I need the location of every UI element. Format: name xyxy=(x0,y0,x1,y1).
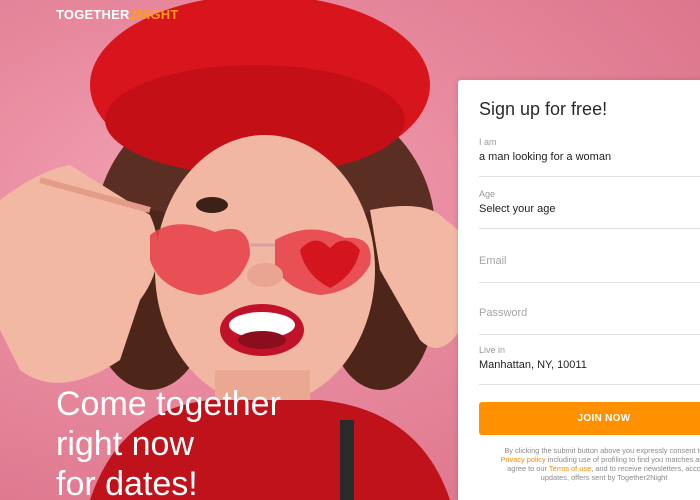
logo-accent-text: 2NIGHT xyxy=(129,7,179,22)
headline-line-2: right now xyxy=(56,425,194,463)
age-select[interactable]: Age Select your age xyxy=(479,189,700,229)
terms-line-3-text: , and to receive newsletters, acco xyxy=(591,464,700,473)
gender-preference-select[interactable]: I am a man looking for a woman xyxy=(479,137,700,177)
email-placeholder: Email xyxy=(479,255,507,267)
terms-line-4: updates, offers sent by Together2Night xyxy=(540,473,668,482)
brand-logo[interactable]: TOGETHER2NIGHT xyxy=(56,7,178,22)
terms-of-use-link[interactable]: Terms of use xyxy=(549,464,591,473)
signup-panel: Sign up for free! I am a man looking for… xyxy=(458,80,700,500)
logo-text: TOGETHER xyxy=(56,7,130,22)
terms-line-3-start: agree to our xyxy=(507,464,549,473)
hero-headline: Come together right now for dates! xyxy=(56,384,281,500)
location-label: Live in xyxy=(479,345,506,355)
password-field[interactable]: Password xyxy=(479,295,700,335)
join-now-button[interactable]: JOIN NOW xyxy=(479,402,700,435)
location-value: Manhattan, NY, 10011 xyxy=(479,359,587,371)
location-field[interactable]: Live in Manhattan, NY, 10011 xyxy=(479,345,700,385)
headline-line-1: Come together xyxy=(56,385,281,423)
age-value: Select your age xyxy=(479,203,556,215)
terms-line-2: Privacy policy including use of profilin… xyxy=(479,455,700,464)
privacy-policy-link[interactable]: Privacy policy xyxy=(500,455,545,464)
gender-preference-value: a man looking for a woman xyxy=(479,151,612,163)
gender-preference-label: I am xyxy=(479,137,497,147)
signup-title: Sign up for free! xyxy=(479,99,608,119)
terms-line-2-text: including use of profiling to find you m… xyxy=(545,455,700,464)
headline-line-3: for dates! xyxy=(56,465,198,500)
terms-line-1: By clicking the submit button above you … xyxy=(504,446,700,455)
email-field[interactable]: Email xyxy=(479,243,700,283)
age-label: Age xyxy=(479,189,496,199)
terms-notice: By clicking the submit button above you … xyxy=(479,446,700,482)
terms-line-3: agree to our Terms of use, and to receiv… xyxy=(479,464,700,473)
password-placeholder: Password xyxy=(479,307,528,319)
